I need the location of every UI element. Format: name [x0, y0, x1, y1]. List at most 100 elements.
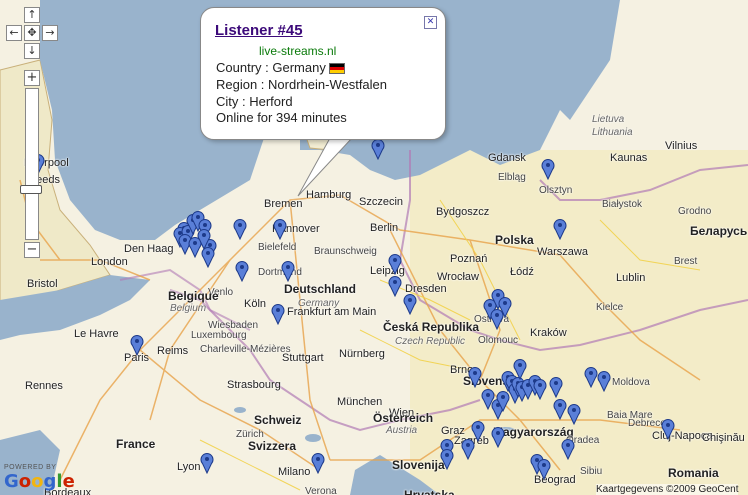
place-label: Bremen — [264, 198, 303, 210]
popup-tail — [297, 138, 353, 197]
zoom-in-button[interactable]: + — [24, 70, 40, 86]
place-label: Milano — [278, 466, 311, 478]
place-label: Szczecin — [359, 196, 404, 208]
listener-marker-icon[interactable] — [403, 293, 417, 316]
place-label: Gdansk — [488, 152, 526, 164]
map-pin-icon — [584, 367, 598, 389]
listener-marker-icon[interactable] — [553, 218, 567, 241]
place-label: Chişinău — [702, 432, 745, 444]
listener-marker-icon[interactable] — [549, 376, 563, 399]
listener-marker-icon[interactable] — [130, 334, 144, 357]
pan-up-button[interactable]: ↑ — [24, 7, 40, 23]
zoom-out-button[interactable]: − — [24, 242, 40, 258]
map-pin-icon — [561, 439, 575, 461]
listener-marker-icon[interactable] — [513, 358, 527, 381]
place-label: Baia Mare — [607, 410, 653, 421]
google-letter: o — [31, 471, 44, 492]
listener-marker-icon[interactable] — [496, 390, 510, 413]
place-label: Grodno — [678, 206, 712, 217]
place-label: Charleville-Mézières — [200, 344, 291, 355]
place-label: Czech Republic — [395, 336, 466, 347]
map-pin-icon — [567, 404, 581, 426]
listener-title-link[interactable]: Listener #45 — [215, 22, 303, 39]
listener-marker-icon[interactable] — [461, 438, 475, 461]
listener-marker-icon[interactable] — [533, 378, 547, 401]
place-label: London — [91, 256, 128, 268]
listener-marker-icon[interactable] — [388, 253, 402, 276]
place-label: Bydgoszcz — [436, 206, 490, 218]
map-pin-icon — [233, 219, 247, 241]
listener-marker-icon[interactable] — [371, 138, 385, 161]
place-label: Wiesbaden — [208, 320, 259, 331]
listener-marker-icon[interactable] — [235, 260, 249, 283]
listener-marker-icon[interactable] — [197, 228, 211, 251]
place-label: Moldova — [612, 377, 650, 388]
google-letter: G — [4, 471, 19, 492]
map-copyright: Kaartgegevens ©2009 GeoCent — [596, 484, 739, 495]
map-pin-icon — [311, 453, 325, 475]
map-pin-icon — [130, 335, 144, 357]
place-label: Bielefeld — [258, 242, 297, 253]
zoom-slider-track[interactable] — [25, 88, 39, 240]
map-pin-icon — [200, 453, 214, 475]
place-label: Białystok — [602, 199, 643, 210]
zoom-slider-handle[interactable] — [20, 185, 42, 194]
place-label: Vilnius — [665, 140, 698, 152]
place-label: Deutschland — [284, 282, 357, 296]
google-letter: e — [62, 471, 75, 492]
listener-marker-icon[interactable] — [281, 260, 295, 283]
city-line: City : Herford — [216, 94, 293, 109]
map-pin-icon — [468, 367, 482, 389]
listener-marker-icon[interactable] — [584, 366, 598, 389]
place-label: Köln — [244, 298, 267, 310]
listener-marker-icon[interactable] — [597, 370, 611, 393]
listener-marker-icon[interactable] — [541, 158, 555, 181]
map-pin-icon — [553, 399, 567, 421]
pan-down-button[interactable]: ↓ — [24, 43, 40, 59]
germany-flag-icon — [328, 63, 345, 75]
listener-marker-icon[interactable] — [388, 275, 402, 298]
listener-marker-icon[interactable] — [661, 418, 675, 441]
country-text: Country : Germany — [216, 60, 326, 75]
place-label: Braunschweig — [314, 246, 377, 257]
close-icon[interactable]: ✕ — [424, 16, 437, 29]
pan-left-button[interactable]: ← — [6, 25, 22, 41]
listener-marker-icon[interactable] — [567, 403, 581, 426]
place-label: Zürich — [236, 429, 264, 440]
map-pin-icon — [537, 459, 551, 481]
pan-right-button[interactable]: → — [42, 25, 58, 41]
map-pin-icon — [235, 261, 249, 283]
listener-marker-icon[interactable] — [200, 452, 214, 475]
pan-center-button[interactable]: ✥ — [24, 25, 40, 41]
google-logo[interactable]: POWERED BY Google — [4, 464, 75, 492]
place-label: Nürnberg — [339, 348, 385, 360]
listener-marker-icon[interactable] — [233, 218, 247, 241]
map-pin-icon — [281, 261, 295, 283]
map-pin-icon — [597, 371, 611, 393]
map-pin-icon — [388, 276, 402, 298]
listener-marker-icon[interactable] — [561, 438, 575, 461]
place-label: Lietuva — [592, 114, 625, 125]
listener-marker-icon[interactable] — [498, 296, 512, 319]
place-label: Frankfurt am Main — [287, 306, 377, 318]
listener-marker-icon[interactable] — [273, 218, 287, 241]
place-label: Bristol — [27, 278, 58, 290]
place-label: Olsztyn — [539, 185, 573, 196]
map-pin-icon — [498, 297, 512, 319]
place-label: Le Havre — [74, 328, 119, 340]
listener-marker-icon[interactable] — [553, 398, 567, 421]
listener-marker-icon[interactable] — [537, 458, 551, 481]
listener-marker-icon[interactable] — [468, 366, 482, 389]
listener-marker-icon[interactable] — [440, 448, 454, 471]
place-label: Dortmund — [258, 267, 302, 278]
listener-marker-icon[interactable] — [271, 303, 285, 326]
place-label: Lithuania — [592, 127, 633, 138]
place-label: Беларусь — [690, 224, 748, 238]
listener-marker-icon[interactable] — [491, 426, 505, 449]
map-canvas[interactable]: Hamburg Gdansk Kaunas Vilnius Lietuva Lithuan… — [0, 0, 748, 495]
place-label: Strasbourg — [227, 379, 281, 391]
listener-marker-icon[interactable] — [311, 452, 325, 475]
place-label: Austria — [386, 425, 418, 436]
place-label: France — [116, 437, 156, 451]
map-pin-icon — [541, 159, 555, 181]
